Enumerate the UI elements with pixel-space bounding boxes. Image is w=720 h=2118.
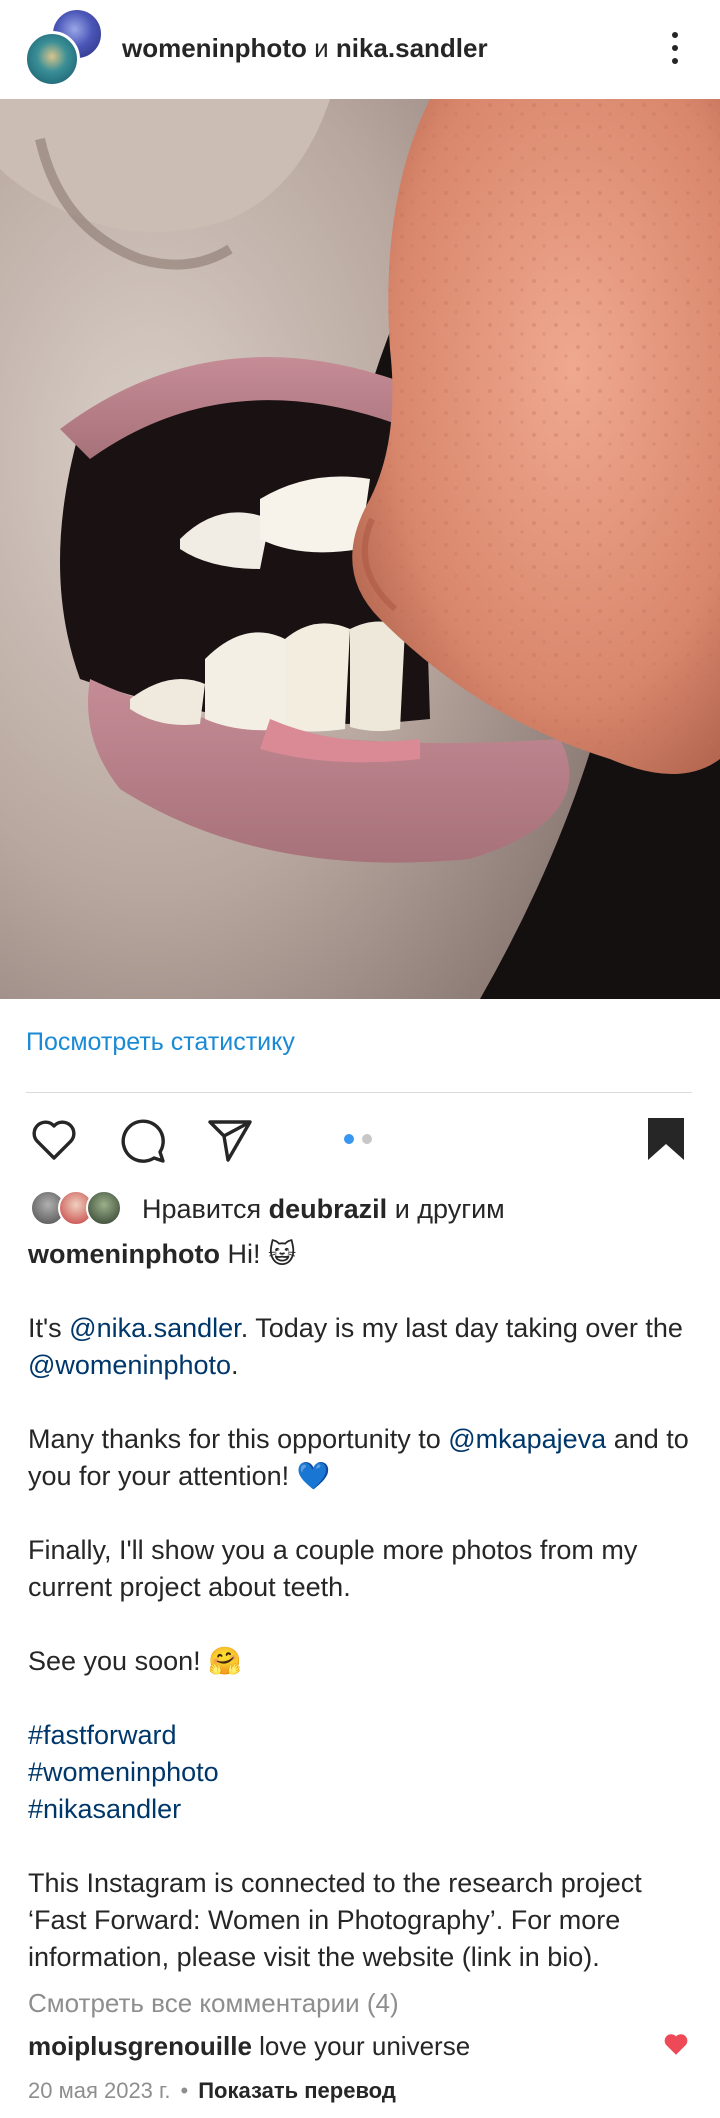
- comment-icon[interactable]: [116, 1114, 168, 1166]
- show-translation-link[interactable]: Показать перевод: [198, 2078, 396, 2103]
- caption-paragraph: Finally, I'll show you a couple more pho…: [28, 1535, 638, 1602]
- post-authors: womeninphoto и nika.sandler: [122, 30, 488, 66]
- hashtag-link[interactable]: #fastforward: [28, 1720, 177, 1750]
- footer-separator: •: [180, 2078, 189, 2103]
- post-caption: womeninphoto Hi! 😺 It's @nika.sandler. T…: [28, 1236, 692, 1976]
- more-vertical-icon[interactable]: [660, 26, 690, 70]
- heart-outline-icon[interactable]: [28, 1114, 80, 1166]
- authors-conjunction: и: [314, 33, 329, 63]
- likes-suffix: и другим: [394, 1194, 505, 1224]
- caption-paragraph: Many thanks for this opportunity to @mka…: [28, 1424, 689, 1491]
- comment-username[interactable]: moiplusgrenouille: [28, 2031, 252, 2061]
- likes-prefix: Нравится: [142, 1194, 262, 1224]
- caption-author[interactable]: womeninphoto: [28, 1239, 220, 1269]
- view-insights-link[interactable]: Посмотреть статистику: [26, 1028, 295, 1057]
- caption-paragraph: This Instagram is connected to the resea…: [28, 1868, 642, 1972]
- author-womeninphoto[interactable]: womeninphoto: [122, 33, 307, 63]
- heart-filled-icon[interactable]: [662, 2030, 690, 2058]
- liker-username[interactable]: deubrazil: [269, 1194, 388, 1224]
- divider: [26, 1092, 692, 1093]
- mention-link[interactable]: @mkapajeva: [448, 1424, 606, 1454]
- post-date: 20 мая 2023 г.: [28, 2078, 171, 2103]
- likes-text: Нравится deubrazil и другим: [142, 1192, 505, 1226]
- post-header: womeninphoto и nika.sandler: [0, 0, 720, 99]
- post-footer: 20 мая 2023 г. • Показать перевод: [28, 2075, 396, 2107]
- likes-summary[interactable]: Нравится deubrazil и другим: [30, 1190, 710, 1228]
- carousel-indicator: [344, 1132, 376, 1146]
- liker-avatar: [86, 1190, 122, 1226]
- post-photo[interactable]: [0, 99, 720, 999]
- avatar-womeninphoto[interactable]: [24, 31, 80, 87]
- caption-paragraph: It's @nika.sandler. Today is my last day…: [28, 1313, 683, 1380]
- collab-avatars[interactable]: [24, 7, 106, 89]
- carousel-dot: [362, 1134, 372, 1144]
- view-all-comments-link[interactable]: Смотреть все комментарии (4): [28, 1988, 399, 2019]
- hashtag-link[interactable]: #womeninphoto: [28, 1757, 219, 1787]
- author-nika-sandler[interactable]: nika.sandler: [336, 33, 488, 63]
- caption-paragraph: See you soon! 🤗: [28, 1646, 242, 1676]
- mention-link[interactable]: @nika.sandler: [69, 1313, 241, 1343]
- comment-text: love your universe: [259, 2031, 471, 2061]
- bookmark-filled-icon[interactable]: [640, 1114, 692, 1166]
- send-icon[interactable]: [204, 1114, 256, 1166]
- carousel-dot-active: [344, 1134, 354, 1144]
- caption-line: Hi! 😺: [227, 1239, 297, 1269]
- hashtag-link[interactable]: #nikasandler: [28, 1794, 181, 1824]
- mention-link[interactable]: @womeninphoto: [28, 1350, 231, 1380]
- comment-row: moiplusgrenouille love your universe: [28, 2028, 668, 2064]
